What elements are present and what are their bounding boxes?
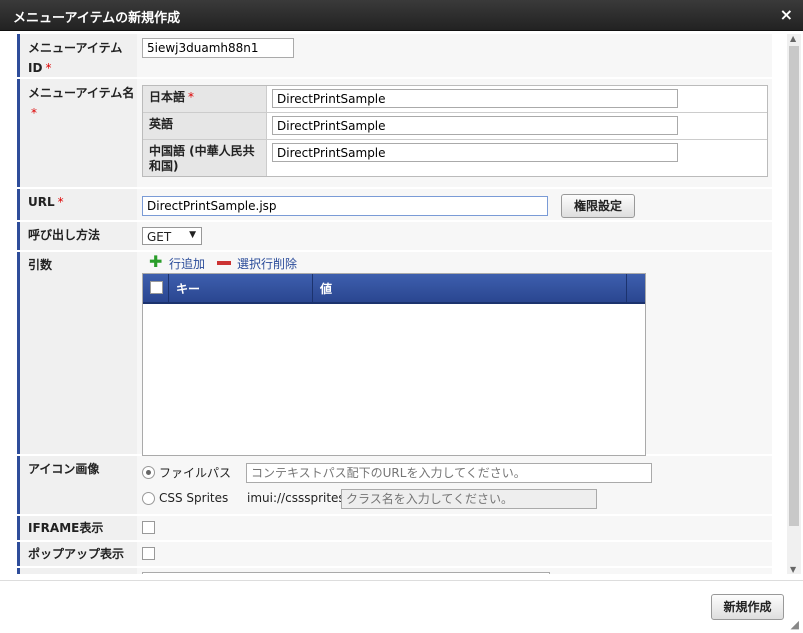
row-item-id: メニューアイテムID * [17, 34, 772, 79]
name-row-ja: 日本語 * [143, 86, 767, 113]
iframe-checkbox[interactable] [142, 521, 155, 534]
scroll-up-icon[interactable]: ▲ [790, 34, 796, 43]
delete-row-link[interactable]: 選択行削除 [237, 255, 297, 272]
item-name-label: メニューアイテム名 [28, 86, 135, 100]
plus-icon[interactable]: ✚ [149, 254, 162, 270]
url-label: URL [28, 195, 55, 209]
name-row-zh: 中国語 (中華人民共和国) [143, 140, 767, 176]
arguments-grid: キー 値 [142, 273, 646, 456]
popup-checkbox[interactable] [142, 547, 155, 560]
permission-settings-button[interactable]: 権限設定 [561, 194, 635, 218]
menu-item-dialog: メニューアイテムの新規作成 × メニューアイテムID* メニューアイテム名* 日… [0, 0, 803, 633]
args-label: 引数 [28, 258, 53, 272]
dialog-titlebar[interactable]: メニューアイテムの新規作成 × [0, 0, 803, 31]
popup-label: ポップアップ表示 [28, 547, 125, 561]
locale-label-zh: 中国語 (中華人民共和国) [149, 144, 255, 173]
label-cell: IFRAME表示 [17, 516, 138, 540]
locale-label-en: 英語 [149, 117, 174, 131]
label-cell: 呼び出し方法 [17, 222, 138, 250]
row-partial [17, 568, 772, 574]
label-cell: アイコン画像 [17, 456, 138, 514]
row-item-name: メニューアイテム名* 日本語* 英語 中国語 (中華人民共和国) [17, 79, 772, 189]
row-popup: ポップアップ表示 [17, 542, 772, 568]
name-input-en[interactable] [272, 116, 678, 135]
name-input-ja[interactable] [272, 89, 678, 108]
grid-col-value: 値 [320, 282, 333, 296]
grid-col-key: キー [176, 282, 201, 296]
icon-image-label: アイコン画像 [28, 462, 100, 476]
icon-filepath-radio[interactable] [142, 466, 155, 479]
form-content: メニューアイテムID* メニューアイテム名* 日本語* 英語 [17, 34, 772, 574]
call-method-select[interactable]: GET ▼ [142, 227, 202, 245]
scrollbar-thumb[interactable] [789, 46, 799, 526]
select-all-checkbox[interactable] [150, 281, 163, 294]
row-call-method: 呼び出し方法 GET ▼ [17, 222, 772, 252]
scroll-down-icon[interactable]: ▼ [790, 565, 796, 574]
call-method-value: GET [147, 230, 172, 244]
minus-icon[interactable] [217, 261, 231, 265]
icon-sprite-input[interactable] [341, 489, 597, 509]
create-button[interactable]: 新規作成 [711, 594, 784, 620]
vertical-scrollbar[interactable]: ▲ ▼ [787, 34, 801, 574]
label-cell: URL * [17, 189, 138, 220]
icon-sprite-label: CSS Sprites [159, 491, 229, 505]
row-url: URL* 権限設定 [17, 189, 772, 222]
name-locale-table: 日本語* 英語 中国語 (中華人民共和国) [142, 85, 768, 177]
icon-filepath-label: ファイルパス [159, 466, 232, 480]
chevron-down-icon: ▼ [189, 230, 196, 240]
icon-sprite-radio[interactable] [142, 492, 155, 505]
row-iframe: IFRAME表示 [17, 516, 772, 542]
locale-label-ja: 日本語 [149, 90, 186, 104]
item-id-label: メニューアイテムID [28, 41, 123, 75]
url-input[interactable] [142, 196, 548, 216]
dialog-footer: 新規作成 ◢ [0, 580, 803, 633]
name-row-en: 英語 [143, 113, 767, 140]
row-arguments: 引数 ✚ 行追加 選択行削除 キー 値 [17, 252, 772, 456]
required-mark: * [31, 106, 37, 120]
label-cell: 引数 [17, 252, 138, 454]
call-method-label: 呼び出し方法 [28, 228, 101, 242]
label-cell: メニューアイテムID * [17, 34, 138, 77]
close-icon[interactable]: × [780, 5, 793, 24]
resize-grip-icon[interactable]: ◢ [791, 618, 799, 631]
iframe-label: IFRAME表示 [28, 521, 104, 535]
required-mark: * [45, 61, 52, 75]
name-input-zh[interactable] [272, 143, 678, 162]
icon-sprite-prefix: imui://csssprites/ [247, 491, 349, 505]
grid-header: キー 値 [143, 274, 645, 304]
required-mark: * [57, 195, 64, 209]
add-row-link[interactable]: 行追加 [169, 255, 205, 272]
label-cell: ポップアップ表示 [17, 542, 138, 566]
row-icon-image: アイコン画像 ファイルパス CSS Sprites imui://cssspri… [17, 456, 772, 516]
partial-input[interactable] [142, 572, 550, 574]
label-cell: メニューアイテム名 * [17, 79, 138, 187]
dialog-title: メニューアイテムの新規作成 [13, 11, 181, 26]
item-id-input[interactable] [142, 38, 294, 58]
required-mark: * [188, 90, 195, 104]
icon-filepath-input[interactable] [246, 463, 652, 483]
